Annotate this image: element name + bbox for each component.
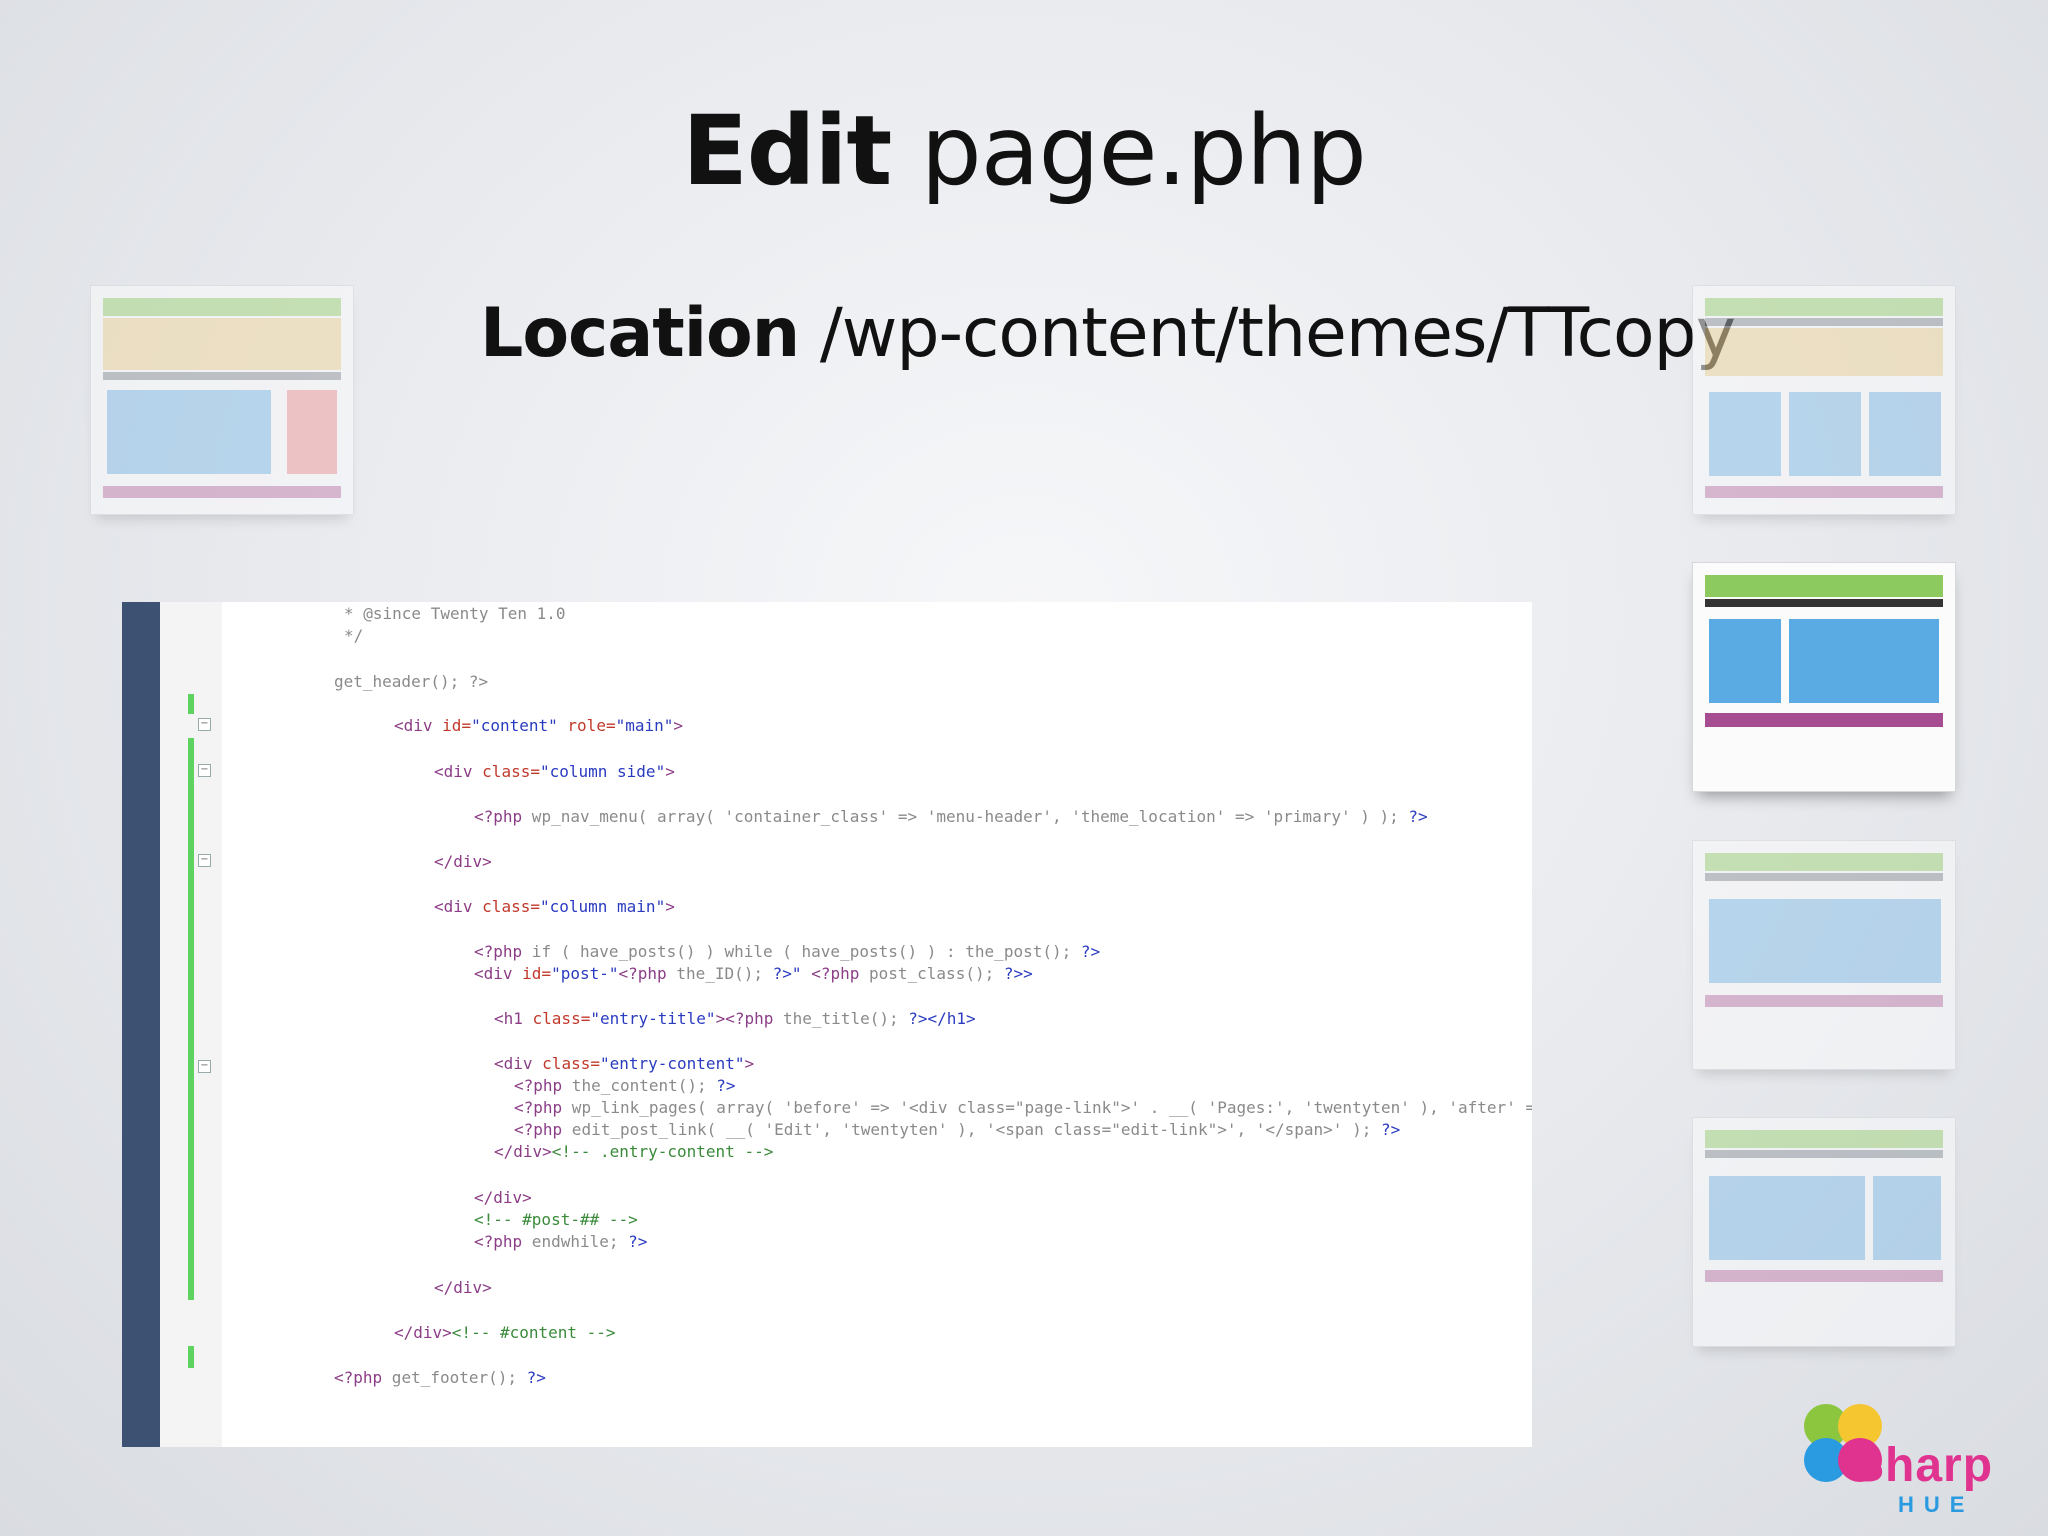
thumb-header	[1705, 1130, 1943, 1148]
code-line: <?php if ( have_posts() ) while ( have_p…	[474, 942, 1101, 961]
code-line: </div>	[434, 852, 492, 871]
thumb-nav	[103, 372, 341, 380]
code-line: </div>	[434, 1278, 492, 1297]
thumb-col-1	[1709, 392, 1781, 476]
code-line: <?php wp_nav_menu( array( 'container_cla…	[474, 807, 1428, 826]
code-line: <?php edit_post_link( __( 'Edit', 'twent…	[514, 1120, 1401, 1139]
code-line: */	[344, 626, 364, 645]
code-editor[interactable]: − − − − * @since Twenty Ten 1.0 */ get_h…	[122, 602, 1532, 1447]
location-path: /wp-content/themes/TTcopy	[819, 294, 1736, 373]
fold-toggle-icon[interactable]: −	[198, 1060, 211, 1073]
code-line: <div class="column side">	[434, 762, 675, 781]
code-line: </div>	[474, 1188, 532, 1207]
thumb-banner	[103, 318, 341, 370]
thumb-content	[1709, 1176, 1865, 1260]
thumb-header	[1705, 298, 1943, 316]
thumb-sidebar	[1873, 1176, 1941, 1260]
code-line: * @since Twenty Ten 1.0	[344, 604, 566, 623]
layout-thumbnail-left[interactable]	[90, 285, 354, 515]
thumb-footer	[1705, 1270, 1943, 1282]
thumb-nav	[1705, 318, 1943, 326]
slide-title: Edit page.php	[0, 95, 2048, 207]
thumb-nav	[1705, 599, 1943, 607]
change-bar	[188, 738, 194, 1300]
thumb-content	[107, 390, 271, 474]
change-bar	[188, 694, 194, 714]
code-line: <?php get_footer(); ?>	[334, 1368, 546, 1387]
code-line: <?php endwhile; ?>	[474, 1232, 648, 1251]
layout-thumbnail-right-1[interactable]	[1692, 285, 1956, 515]
thumb-footer	[1705, 995, 1943, 1007]
fold-toggle-icon[interactable]: −	[198, 854, 211, 867]
location-line: Location /wp-content/themes/TTcopy	[480, 294, 1736, 373]
fold-toggle-icon[interactable]: −	[198, 764, 211, 777]
layout-thumbnail-right-2-selected[interactable]	[1692, 562, 1956, 792]
code-line: get_header(); ?>	[334, 672, 489, 691]
thumb-header	[103, 298, 341, 316]
layout-thumbnail-right-4[interactable]	[1692, 1117, 1956, 1347]
code-line: <h1 class="entry-title"><?php the_title(…	[494, 1009, 976, 1028]
logo-word: Sharp	[1852, 1439, 1994, 1492]
editor-gutter	[122, 602, 160, 1447]
thumb-nav	[1705, 1150, 1943, 1158]
sharphue-logo: Sharp HUE	[1794, 1398, 2014, 1518]
code-line: </div><!-- .entry-content -->	[494, 1142, 774, 1161]
thumb-header	[1705, 853, 1943, 871]
logo-sub: HUE	[1898, 1492, 1975, 1517]
thumb-nav	[1705, 873, 1943, 881]
thumb-footer	[1705, 713, 1943, 727]
slide-title-bold: Edit	[682, 95, 892, 207]
thumb-col-2	[1789, 392, 1861, 476]
code-line: </div><!-- #content -->	[394, 1323, 616, 1342]
thumb-footer	[1705, 486, 1943, 498]
thumb-header	[1705, 575, 1943, 597]
change-bar	[188, 1346, 194, 1368]
fold-toggle-icon[interactable]: −	[198, 718, 211, 731]
layout-thumbnail-right-3[interactable]	[1692, 840, 1956, 1070]
code-line: <div class="column main">	[434, 897, 675, 916]
thumb-sidebar	[287, 390, 337, 474]
code-line: <div id="post-"<?php the_ID(); ?>" <?php…	[474, 964, 1033, 983]
code-line: <?php wp_link_pages( array( 'before' => …	[514, 1098, 1532, 1117]
code-line: <div class="entry-content">	[494, 1054, 755, 1073]
thumb-col-3	[1869, 392, 1941, 476]
thumb-banner	[1705, 328, 1943, 376]
thumb-content	[1709, 899, 1941, 983]
slide-title-rest: page.php	[920, 95, 1367, 207]
location-label: Location	[480, 294, 800, 373]
thumb-footer	[103, 486, 341, 498]
thumb-col-main	[1789, 619, 1939, 703]
code-line: <!-- #post-## -->	[474, 1210, 638, 1229]
thumb-col-side	[1709, 619, 1781, 703]
code-line: <div id="content" role="main">	[394, 716, 684, 735]
code-line: <?php the_content(); ?>	[514, 1076, 736, 1095]
